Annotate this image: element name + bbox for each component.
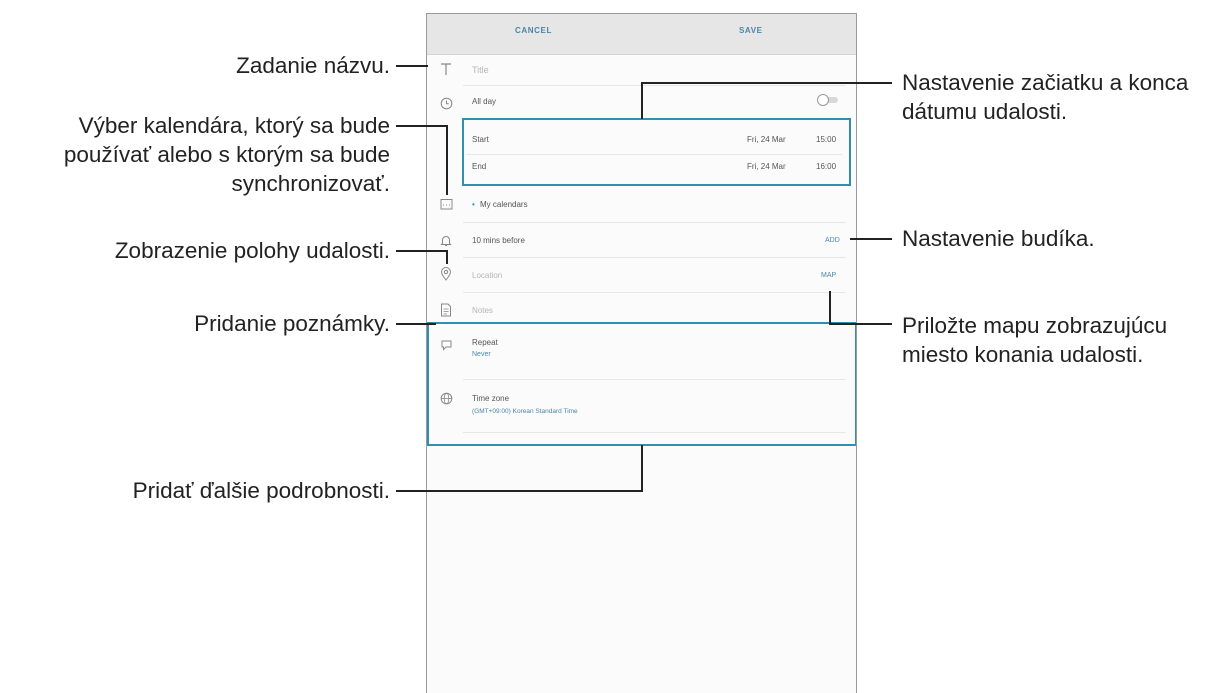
clock-icon <box>438 95 454 111</box>
notes-icon <box>438 302 454 318</box>
notes-callout: Pridanie poznámky. <box>194 311 390 336</box>
alarm-callout-line <box>850 238 892 240</box>
cancel-button[interactable]: CANCEL <box>515 26 552 35</box>
reminder-label[interactable]: 10 mins before <box>472 236 525 245</box>
map-callout-line-h <box>829 323 892 325</box>
all-day-label: All day <box>472 97 497 106</box>
datetime-callout: Nastavenie začiatku a konca dátumu udalo… <box>902 70 1189 124</box>
calendar-icon <box>438 196 454 212</box>
title-icon <box>438 61 454 77</box>
map-callout-line-v <box>829 291 831 325</box>
details-callout: Pridať ďalšie podrobnosti. <box>132 478 390 503</box>
datetime-callout-line-h <box>641 82 892 84</box>
calendar-callout-line-v <box>446 125 448 195</box>
details-highlight <box>427 322 856 446</box>
action-bar: CANCEL SAVE <box>427 14 856 55</box>
location-input[interactable]: Location <box>472 271 502 280</box>
all-day-toggle[interactable] <box>817 94 839 106</box>
calendar-callout-line-h <box>396 125 448 127</box>
notes-input[interactable]: Notes <box>472 306 493 315</box>
alarm-callout: Nastavenie budíka. <box>902 226 1095 251</box>
save-button[interactable]: SAVE <box>739 26 763 35</box>
title-callout-line <box>396 65 428 67</box>
map-button[interactable]: MAP <box>821 272 836 279</box>
title-callout: Zadanie názvu. <box>236 53 390 78</box>
title-input[interactable]: Title <box>472 65 489 75</box>
details-callout-line-h <box>396 490 643 492</box>
calendar-selector[interactable]: My calendars <box>480 200 528 209</box>
location-pin-icon <box>438 266 454 282</box>
add-reminder-button[interactable]: ADD <box>825 237 840 244</box>
notes-callout-line <box>396 323 436 325</box>
location-callout-line-v <box>446 250 448 264</box>
calendar-callout: Výber kalendára, ktorý sa bude používať … <box>63 113 390 196</box>
map-callout: Priložte mapu zobrazujúcu miesto konania… <box>902 313 1168 367</box>
location-callout: Zobrazenie polohy udalosti. <box>114 238 390 263</box>
location-callout-line-h <box>396 250 448 252</box>
details-callout-line-v <box>641 445 643 492</box>
calendar-dot: • <box>472 200 475 209</box>
datetime-highlight <box>462 118 851 186</box>
datetime-callout-line-v <box>641 82 643 119</box>
bell-icon <box>438 232 454 248</box>
